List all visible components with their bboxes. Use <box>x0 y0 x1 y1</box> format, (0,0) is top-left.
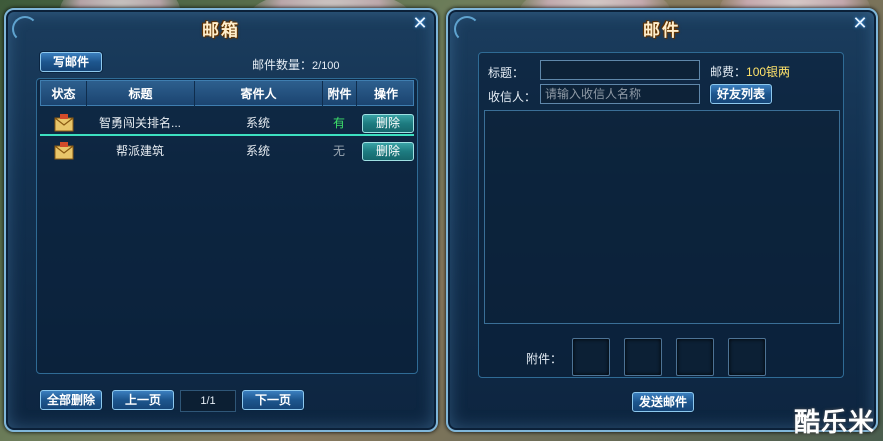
envelope-icon <box>54 114 74 132</box>
mail-attachment: 有 <box>332 116 345 130</box>
postage: 邮费：100银两 <box>710 63 790 80</box>
postage-label: 邮费： <box>710 65 747 79</box>
col-status: 状态 <box>41 81 87 107</box>
close-icon[interactable]: ✕ <box>412 15 428 33</box>
mail-count: 邮件数量：2/100 <box>252 56 340 73</box>
prev-page-button[interactable]: 上一页 <box>112 390 174 410</box>
recipient-input[interactable]: 请输入收信人名称 <box>540 84 700 104</box>
col-title: 标题 <box>87 81 195 107</box>
compose-button[interactable]: 写邮件 <box>40 52 102 72</box>
mailbox-panel: 邮箱 ✕ 写邮件 邮件数量：2/100 状态 标题 寄件人 附件 操作 智勇闯关… <box>4 8 438 432</box>
subject-input[interactable] <box>540 60 700 80</box>
mail-sender: 系统 <box>245 116 270 130</box>
message-body[interactable] <box>484 110 840 324</box>
delete-all-button[interactable]: 全部删除 <box>40 390 102 410</box>
mailbox-title: 邮箱 <box>202 21 240 41</box>
col-sender: 寄件人 <box>195 81 323 107</box>
attachment-slot[interactable] <box>676 338 714 376</box>
envelope-icon <box>54 142 74 160</box>
mail-table-header: 状态 标题 寄件人 附件 操作 <box>40 80 414 107</box>
delete-button[interactable]: 删除 <box>362 142 414 161</box>
compose-panel: 邮件 ✕ 标题： 邮费：100银两 收信人： 请输入收信人名称 好友列表 附件：… <box>446 8 878 432</box>
mail-row[interactable]: 智勇闯关排名... 系统 有 删除 <box>40 110 414 136</box>
mail-title: 智勇闯关排名... <box>98 116 181 130</box>
attachment-slot[interactable] <box>624 338 662 376</box>
friends-list-button[interactable]: 好友列表 <box>710 84 772 104</box>
delete-button[interactable]: 删除 <box>362 114 414 133</box>
send-mail-button[interactable]: 发送邮件 <box>632 392 694 412</box>
recipient-label: 收信人： <box>488 90 537 104</box>
close-icon[interactable]: ✕ <box>852 15 868 33</box>
mail-attachment: 无 <box>332 144 345 158</box>
watermark: 酷乐米 <box>793 408 875 438</box>
mail-count-label: 邮件数量： <box>252 58 313 72</box>
postage-value: 100银两 <box>746 65 791 79</box>
mail-sender: 系统 <box>245 144 270 158</box>
col-attachment: 附件 <box>323 81 357 107</box>
compose-title: 邮件 <box>643 21 681 41</box>
page-indicator: 1/1 <box>180 390 236 412</box>
attachment-label: 附件： <box>526 352 563 366</box>
next-page-button[interactable]: 下一页 <box>242 390 304 410</box>
attachment-slot[interactable] <box>572 338 610 376</box>
subject-label: 标题： <box>488 66 525 80</box>
mail-count-value: 2/100 <box>312 60 340 72</box>
col-action: 操作 <box>373 87 398 101</box>
mail-title: 帮派建筑 <box>115 144 164 158</box>
attachment-slot[interactable] <box>728 338 766 376</box>
mail-row[interactable]: 帮派建筑 系统 无 删除 <box>40 138 414 164</box>
